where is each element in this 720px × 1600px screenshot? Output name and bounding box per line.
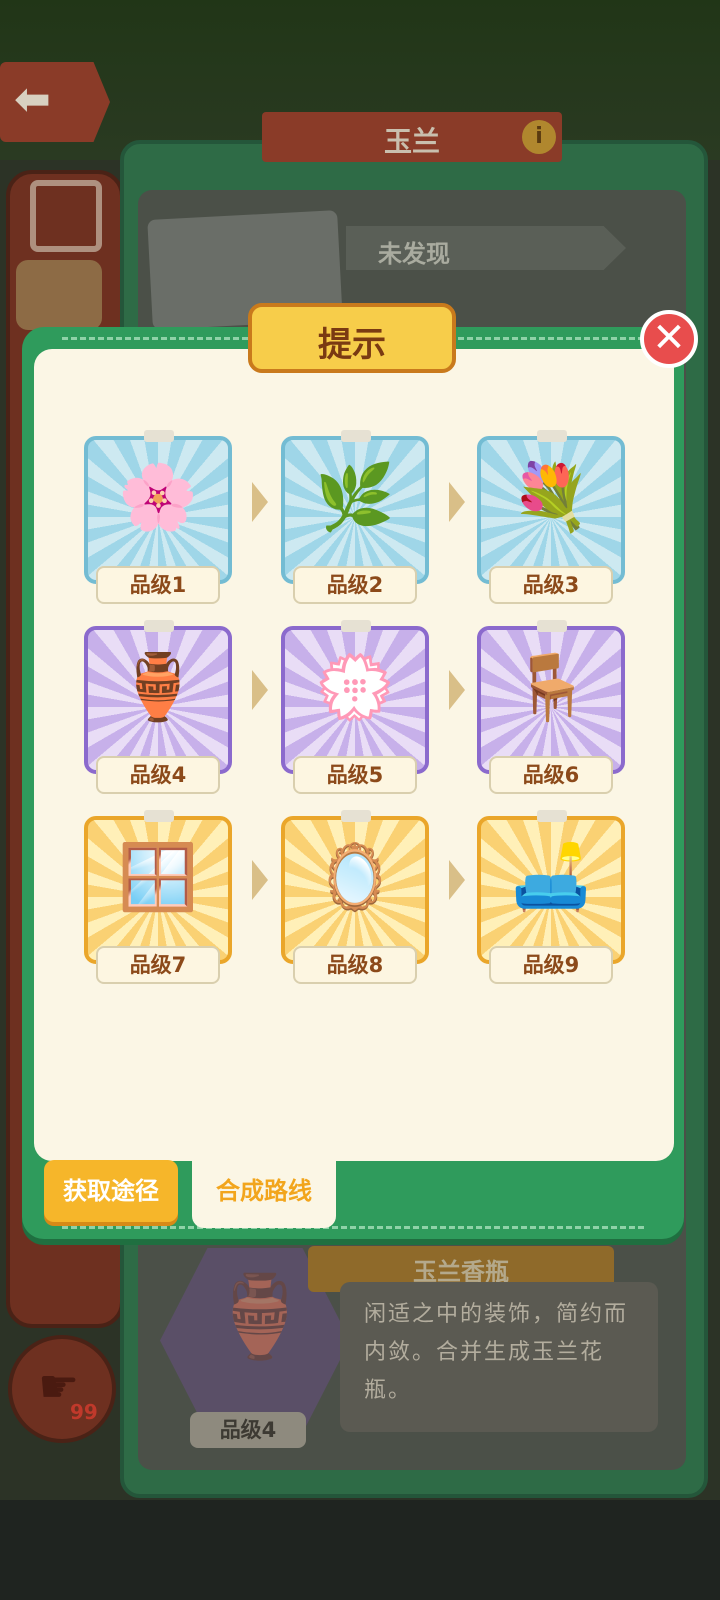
- grade-card-5[interactable]: 💮: [281, 620, 429, 774]
- card-clip: [144, 810, 174, 822]
- grade-card-6[interactable]: 🪑: [477, 620, 625, 774]
- grade-label-3: 品级3: [489, 566, 613, 604]
- arrow-right-icon: [449, 482, 465, 522]
- side-slot[interactable]: [16, 260, 102, 330]
- magnolia-armchair-icon: 🪑: [511, 651, 591, 725]
- grade-card-1[interactable]: 🌸: [84, 430, 232, 584]
- magnolia-bundle-icon: 💐: [511, 461, 591, 535]
- magnolia-branch-icon: 🌿: [315, 461, 395, 535]
- scene-bottom: [0, 1500, 720, 1600]
- info-icon[interactable]: i: [522, 120, 556, 154]
- collection-title: 玉兰: [383, 125, 440, 158]
- grade-card-4[interactable]: 🏺: [84, 620, 232, 774]
- dialog-border-stitch: [62, 1226, 644, 1229]
- grade-label-7: 品级7: [96, 946, 220, 984]
- grade-label-8: 品级8: [293, 946, 417, 984]
- card-clip: [341, 430, 371, 442]
- tab-obtain[interactable]: 获取途径: [44, 1160, 178, 1222]
- grade-label-6: 品级6: [489, 756, 613, 794]
- grade-label-4: 品级4: [96, 756, 220, 794]
- undiscovered-label: 未发现: [378, 240, 450, 268]
- grade-label-5: 品级5: [293, 756, 417, 794]
- card-clip: [144, 430, 174, 442]
- hand-button[interactable]: ☛: [8, 1335, 116, 1443]
- card-clip: [537, 430, 567, 442]
- dialog-title-tab: 提示: [248, 303, 456, 373]
- layers-icon[interactable]: [30, 180, 102, 252]
- tab-synthesis-route[interactable]: 合成路线: [192, 1158, 336, 1228]
- grade-label-9: 品级9: [489, 946, 613, 984]
- grade-label-2: 品级2: [293, 566, 417, 604]
- hand-count: 99: [70, 1400, 98, 1424]
- grade-card-8[interactable]: 🪞: [281, 810, 429, 964]
- close-icon[interactable]: ✕: [640, 310, 698, 368]
- dialog-title: 提示: [318, 325, 386, 365]
- grade-card-9[interactable]: 🛋️: [477, 810, 625, 964]
- magnolia-celadon-vase-icon: 💮: [315, 651, 395, 725]
- arrow-right-icon: [449, 860, 465, 900]
- grade-card-3[interactable]: 💐: [477, 430, 625, 584]
- back-arrow-icon: ⬅: [14, 74, 51, 125]
- undiscovered-banner: 未发现: [346, 226, 626, 270]
- grade-card-7[interactable]: 🪟: [84, 810, 232, 964]
- card-clip: [144, 620, 174, 632]
- arrow-right-icon: [252, 860, 268, 900]
- card-clip: [341, 810, 371, 822]
- item-description: 闲适之中的装饰，简约而内敛。合并生成玉兰花瓶。: [364, 1302, 629, 1403]
- grade-card-2[interactable]: 🌿: [281, 430, 429, 584]
- magnolia-bud-icon: 🌸: [118, 461, 198, 535]
- arrow-right-icon: [252, 482, 268, 522]
- tab-route-label: 合成路线: [216, 1177, 312, 1205]
- arrow-right-icon: [252, 670, 268, 710]
- tab-obtain-label: 获取途径: [63, 1177, 159, 1205]
- grade-label-1: 品级1: [96, 566, 220, 604]
- back-button[interactable]: ⬅: [0, 62, 110, 142]
- magnolia-daybed-icon: 🛋️: [511, 841, 591, 915]
- card-clip: [537, 620, 567, 632]
- magnolia-vase-icon: 🏺: [118, 651, 198, 725]
- magnolia-vase-icon: 🏺: [210, 1270, 310, 1363]
- magnolia-screen-icon: 🪟: [118, 841, 198, 915]
- card-clip: [341, 620, 371, 632]
- item-grade-label: 品级4: [190, 1412, 306, 1448]
- magnolia-dresser-icon: 🪞: [315, 841, 395, 915]
- item-description-box: 闲适之中的装饰，简约而内敛。合并生成玉兰花瓶。: [340, 1282, 658, 1432]
- arrow-right-icon: [449, 670, 465, 710]
- card-clip: [537, 810, 567, 822]
- collection-title-banner: 玉兰: [262, 112, 562, 162]
